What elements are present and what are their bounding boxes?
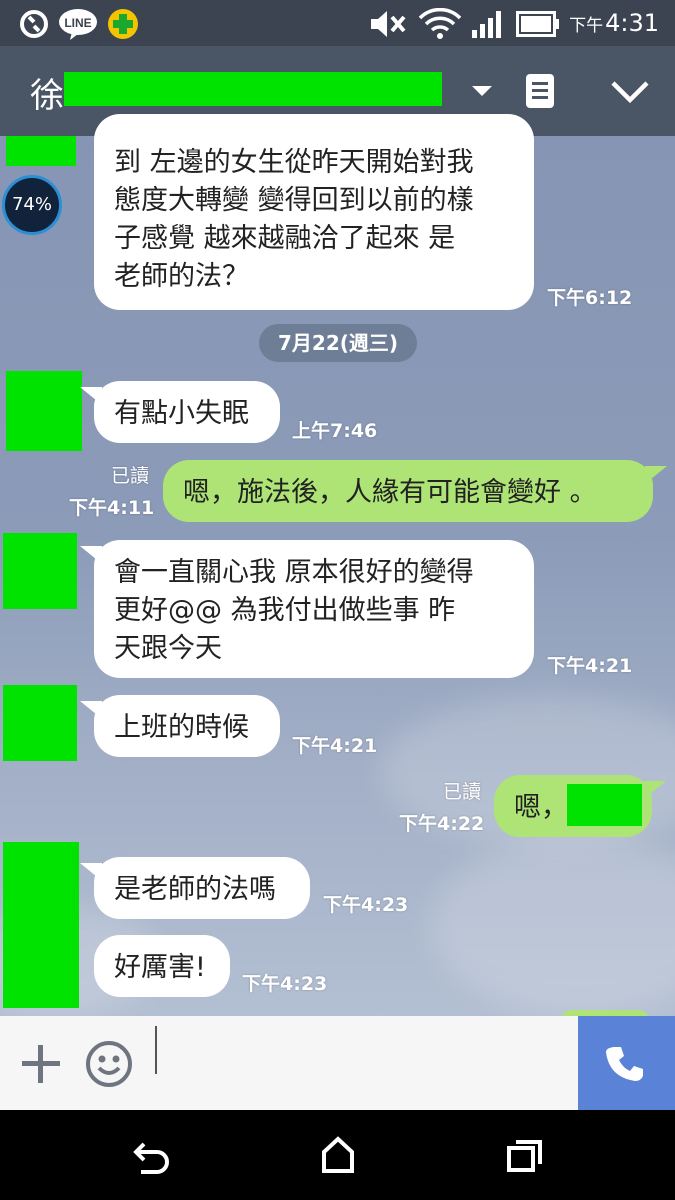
status-time-prefix: 下午 <box>569 16 604 36</box>
status-time-value: 4:31 <box>605 9 659 37</box>
signal-icon <box>472 11 501 38</box>
redacted-text <box>567 784 642 826</box>
message-time: 下午4:23 <box>242 973 328 995</box>
message-bubble-incoming[interactable]: 有點小失眠 <box>80 381 280 443</box>
mute-icon <box>371 11 406 37</box>
message-bubble-outgoing[interactable]: 嗯，施法後，人緣有可能會變好 。 <box>163 460 667 522</box>
svg-text:LINE: LINE <box>64 16 91 30</box>
dropdown-arrow-icon[interactable] <box>470 84 494 98</box>
message-bubble-incoming[interactable]: 好厲害! <box>94 935 230 997</box>
battery-icon <box>516 11 559 37</box>
call-button[interactable] <box>578 1016 675 1110</box>
avatar[interactable] <box>3 685 77 761</box>
call-icon <box>606 1047 643 1081</box>
input-bar <box>0 1016 675 1110</box>
read-receipt: 已讀 <box>111 465 150 487</box>
plus-app-icon <box>108 9 138 39</box>
sync-icon <box>20 10 48 38</box>
text-cursor <box>155 1026 157 1074</box>
back-icon[interactable] <box>132 1138 172 1174</box>
background-cloud <box>430 836 675 1016</box>
chat-title[interactable]: 徐 <box>30 68 64 117</box>
line-icon: LINE <box>59 9 97 40</box>
avatar[interactable] <box>6 136 76 166</box>
message-input[interactable] <box>165 1026 569 1098</box>
avatar[interactable] <box>3 842 79 1008</box>
message-time: 下午4:11 <box>69 497 155 519</box>
message-time: 下午4:22 <box>399 813 485 835</box>
home-icon[interactable] <box>320 1136 356 1174</box>
redacted-name <box>64 72 442 106</box>
message-time: 下午4:21 <box>292 735 378 757</box>
chevron-down-icon[interactable] <box>610 80 650 104</box>
message-time: 上午7:46 <box>292 420 378 442</box>
message-time: 下午4:21 <box>547 655 633 677</box>
read-receipt: 已讀 <box>443 781 482 803</box>
wifi-icon <box>418 8 462 39</box>
add-icon[interactable] <box>20 1043 62 1085</box>
avatar[interactable] <box>6 371 82 451</box>
message-bubble-incoming[interactable]: 上班的時候 <box>80 695 280 757</box>
message-bubble-incoming[interactable]: 會一直關心我 原本很好的變得 更好@@ 為我付出做些事 昨 天跟今天 <box>80 540 534 678</box>
notes-icon[interactable] <box>524 72 556 110</box>
navigation-bar <box>0 1110 675 1200</box>
message-bubble-incoming[interactable]: 是老師的法嗎 <box>80 857 310 919</box>
message-time: 下午4:23 <box>323 894 409 916</box>
status-bar: LINE 下午4:31 <box>0 0 675 46</box>
message-bubble-incoming[interactable]: 到 左邊的女生從昨天開始對我 態度大轉變 變得回到以前的樣 子感覺 越來越融洽了… <box>94 114 534 310</box>
date-separator: 7月22(週三) <box>259 324 417 362</box>
status-time: 下午4:31 <box>569 9 659 37</box>
recents-icon[interactable] <box>506 1138 544 1174</box>
emoji-icon[interactable] <box>84 1039 134 1089</box>
message-time: 下午6:12 <box>547 287 633 309</box>
avatar[interactable] <box>3 533 77 609</box>
battery-widget: 74% <box>2 175 62 235</box>
